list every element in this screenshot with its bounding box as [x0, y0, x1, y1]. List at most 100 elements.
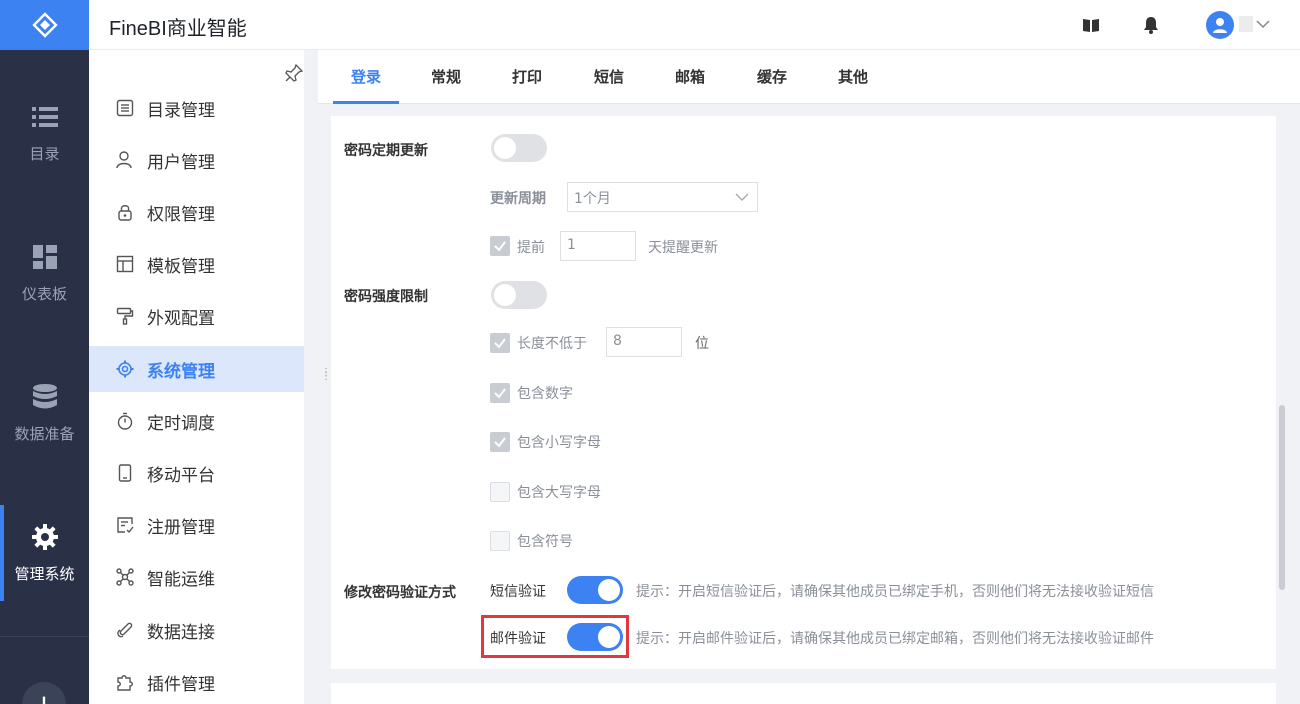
tab-general[interactable]: 常规 — [415, 50, 477, 104]
tab-print[interactable]: 打印 — [496, 50, 558, 104]
sms-verify-toggle[interactable] — [567, 576, 623, 604]
email-verify-highlight-box — [481, 615, 629, 658]
lock-icon — [115, 202, 135, 222]
tab-other[interactable]: 其他 — [822, 50, 884, 104]
rail-item-label: 数据准备 — [14, 424, 75, 443]
directory-icon — [115, 98, 135, 118]
tab-email[interactable]: 邮箱 — [659, 50, 721, 104]
sidebar-item-label: 模板管理 — [147, 256, 215, 277]
tab-login[interactable]: 登录 — [333, 50, 399, 104]
sidebar-item-label: 定时调度 — [147, 413, 215, 434]
rule-symbols-label: 包含符号 — [517, 534, 573, 550]
add-button[interactable]: + — [22, 682, 66, 704]
sidebar-item-mobile[interactable]: 移动平台 — [89, 450, 304, 496]
sidebar-item-ops[interactable]: 智能运维 — [89, 554, 304, 600]
pwd-strength-toggle[interactable] — [491, 281, 547, 309]
sidebar-item-plugins[interactable]: 插件管理 — [89, 659, 304, 704]
rule-lowercase-checkbox[interactable] — [490, 432, 510, 452]
rule-lowercase-label: 包含小写字母 — [517, 435, 601, 451]
tab-sms[interactable]: 短信 — [578, 50, 640, 104]
help-book-icon[interactable] — [1081, 15, 1101, 35]
remind-suffix: 天提醒更新 — [648, 240, 718, 256]
tab-cache[interactable]: 缓存 — [741, 50, 803, 104]
pwd-update-label: 密码定期更新 — [344, 143, 428, 159]
left-rail: 目录 仪表板 数据准备 管理系统 + — [0, 0, 89, 704]
update-period-select[interactable]: 1个月 — [567, 182, 758, 212]
rule-digits-label: 包含数字 — [517, 386, 573, 402]
rail-item-admin[interactable]: 管理系统 — [0, 505, 89, 601]
check-icon — [494, 241, 506, 252]
pwd-strength-label: 密码强度限制 — [344, 289, 428, 305]
sidebar-item-label: 数据连接 — [147, 622, 215, 643]
sidebar-item-label: 智能运维 — [147, 569, 215, 590]
user-name-placeholder — [1239, 16, 1253, 32]
user-avatar-icon — [1213, 18, 1227, 33]
sidebar-item-system[interactable]: 系统管理 — [89, 346, 304, 392]
rail-item-data-prep[interactable]: 数据准备 — [0, 365, 89, 461]
app-title: FineBI商业智能 — [109, 18, 247, 40]
stopwatch-icon — [115, 411, 135, 431]
min-length-input[interactable]: 8 — [606, 327, 682, 357]
bell-icon[interactable] — [1141, 15, 1161, 35]
min-length-checkbox[interactable] — [490, 333, 510, 353]
settings-tabs: 登录 常规 打印 短信 邮箱 缓存 其他 — [318, 50, 1300, 104]
sidebar-item-templates[interactable]: 模板管理 — [89, 241, 304, 287]
rail-item-dashboard[interactable]: 仪表板 — [0, 225, 89, 321]
link-icon — [115, 620, 135, 640]
verify-method-label: 修改密码验证方式 — [344, 585, 456, 601]
rule-digits-checkbox[interactable] — [490, 383, 510, 403]
sidebar-item-data-connection[interactable]: 数据连接 — [89, 607, 304, 653]
gear-icon — [115, 359, 135, 379]
min-length-prefix: 长度不低于 — [517, 336, 587, 352]
rail-item-label: 目录 — [29, 144, 60, 163]
sidebar-item-label: 系统管理 — [147, 361, 215, 382]
template-icon — [115, 254, 135, 274]
pwd-update-toggle[interactable] — [491, 134, 547, 162]
sidebar-item-appearance[interactable]: 外观配置 — [89, 293, 304, 339]
rule-symbols-checkbox[interactable] — [490, 531, 510, 551]
gear-icon — [31, 523, 59, 551]
rail-item-label: 仪表板 — [21, 284, 67, 303]
top-bar: FineBI商业智能 — [89, 0, 1300, 50]
sidebar-item-label: 插件管理 — [147, 674, 215, 695]
rail-item-label: 管理系统 — [14, 564, 75, 583]
sms-verify-hint: 提示：开启短信验证后，请确保其他成员已绑定手机，否则他们将无法接收验证短信 — [636, 584, 1154, 600]
chevron-down-icon — [735, 190, 749, 208]
sidebar-resize-handle[interactable]: ⋮ ⋮ — [321, 368, 331, 382]
remind-checkbox[interactable] — [490, 236, 510, 256]
pin-icon[interactable] — [285, 63, 304, 86]
rail-item-directory[interactable]: 目录 — [0, 85, 89, 181]
chevron-down-icon[interactable] — [1256, 16, 1270, 35]
sidebar-item-label: 目录管理 — [147, 100, 215, 121]
scrollbar-thumb[interactable] — [1279, 405, 1285, 590]
app-logo[interactable] — [0, 0, 89, 50]
rule-uppercase-checkbox[interactable] — [490, 482, 510, 502]
database-icon — [31, 383, 59, 411]
sidebar-item-label: 移动平台 — [147, 465, 215, 486]
rule-uppercase-label: 包含大写字母 — [517, 485, 601, 501]
sms-verify-label: 短信验证 — [490, 584, 546, 600]
sidebar-item-label: 用户管理 — [147, 152, 215, 173]
remind-days-input[interactable]: 1 — [560, 231, 636, 261]
sidebar-item-label: 注册管理 — [147, 517, 215, 538]
sidebar-item-label: 外观配置 — [147, 308, 215, 329]
avatar[interactable] — [1206, 11, 1234, 39]
plus-icon: + — [32, 687, 56, 704]
check-icon — [494, 388, 506, 399]
paint-roller-icon — [115, 306, 135, 326]
sidebar-item-register[interactable]: 注册管理 — [89, 502, 304, 548]
sidebar-item-users[interactable]: 用户管理 — [89, 137, 304, 183]
register-icon — [115, 515, 135, 535]
user-icon — [115, 150, 135, 170]
list-icon — [31, 103, 59, 131]
update-period-value: 1个月 — [574, 191, 611, 207]
check-icon — [494, 437, 506, 448]
remind-days-value: 1 — [567, 237, 576, 253]
next-settings-panel — [331, 683, 1276, 704]
check-icon — [494, 338, 506, 349]
sidebar-item-permissions[interactable]: 权限管理 — [89, 189, 304, 235]
email-verify-hint: 提示：开启邮件验证后，请确保其他成员已绑定邮箱，否则他们将无法接收验证邮件 — [636, 631, 1154, 647]
dashboard-icon — [31, 243, 59, 271]
sidebar-item-schedule[interactable]: 定时调度 — [89, 398, 304, 444]
sidebar-item-directory[interactable]: 目录管理 — [89, 85, 304, 131]
